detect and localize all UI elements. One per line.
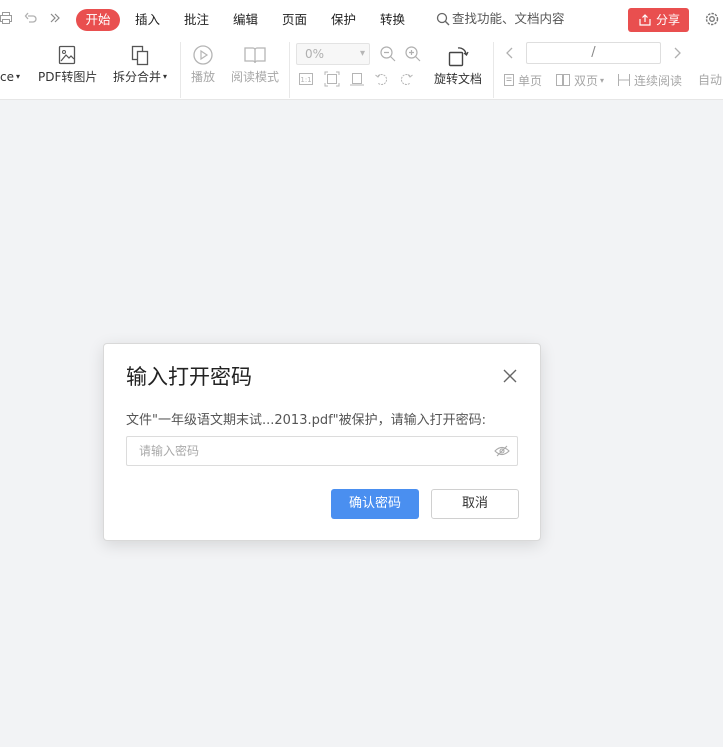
tab-insert[interactable]: 插入 — [135, 12, 160, 28]
read-mode-button[interactable]: 阅读模式 — [230, 44, 280, 84]
zoom-select[interactable]: 0% ▾ — [296, 43, 370, 65]
zoom-out-icon[interactable] — [379, 45, 397, 63]
share-icon — [639, 14, 651, 26]
image-icon — [58, 45, 76, 65]
book-icon — [244, 47, 266, 64]
double-page-button[interactable]: 双页 ▾ — [555, 73, 604, 88]
toolbar-divider — [493, 42, 494, 98]
password-dialog: 输入打开密码 文件"一年级语文期末试...2013.pdf"被保护，请输入打开密… — [103, 343, 541, 541]
single-page-icon — [504, 74, 514, 86]
tab-convert[interactable]: 转换 — [380, 12, 405, 28]
cancel-button[interactable]: 取消 — [431, 489, 519, 519]
fit-page-icon[interactable] — [324, 71, 340, 87]
actual-size-icon[interactable]: 1:1 — [298, 71, 314, 87]
office-dropdown[interactable]: ce ▾ — [0, 44, 20, 84]
search-icon — [436, 12, 450, 26]
next-page-icon[interactable] — [671, 46, 683, 60]
undo-icon[interactable] — [24, 11, 38, 29]
split-merge-icon — [131, 45, 149, 66]
print-icon[interactable] — [0, 11, 12, 29]
double-page-icon — [556, 74, 570, 86]
share-label: 分享 — [655, 13, 680, 27]
more-chevron-icon[interactable] — [49, 11, 61, 29]
rotate-document-button[interactable]: 旋转文档 — [433, 44, 483, 86]
play-label: 播放 — [190, 70, 215, 84]
tab-page[interactable]: 页面 — [282, 12, 307, 28]
rotate-document-label: 旋转文档 — [433, 72, 482, 86]
tab-annotate[interactable]: 批注 — [184, 12, 209, 28]
chevron-down-icon: ▾ — [359, 48, 365, 59]
pdf-to-image-button[interactable]: PDF转图片 — [38, 44, 98, 84]
rotate-document-icon — [448, 47, 469, 67]
rotate-left-icon[interactable] — [374, 71, 390, 87]
tab-start[interactable]: 开始 — [76, 9, 120, 31]
search-box[interactable]: 查找功能、文档内容 — [436, 11, 565, 27]
play-icon — [193, 45, 213, 65]
continuous-read-button[interactable]: 连续阅读 — [617, 73, 682, 88]
fit-width-icon[interactable] — [349, 71, 365, 87]
page-number-input[interactable]: / — [526, 42, 661, 64]
tab-protect[interactable]: 保护 — [331, 12, 356, 28]
search-placeholder: 查找功能、文档内容 — [452, 11, 565, 26]
split-merge-label: 拆分合并 — [112, 70, 161, 84]
prev-page-icon[interactable] — [504, 46, 516, 60]
dialog-title: 输入打开密码 — [126, 365, 252, 389]
single-page-label: 单页 — [518, 74, 543, 88]
dialog-message: 文件"一年级语文期末试...2013.pdf"被保护，请输入打开密码: — [126, 413, 487, 428]
toolbar-divider — [289, 42, 290, 98]
confirm-password-button[interactable]: 确认密码 — [331, 489, 419, 519]
eye-hidden-icon[interactable] — [494, 444, 510, 458]
auto-scroll-label: 自动 — [698, 73, 723, 87]
password-input[interactable] — [126, 436, 518, 466]
zoom-value: 0% — [305, 47, 325, 61]
single-page-button[interactable]: 单页 — [503, 73, 542, 88]
pdf-to-image-label: PDF转图片 — [38, 70, 98, 84]
menu-bar: 开始 插入 批注 编辑 页面 保护 转换 查找功能、文档内容 分享 — [0, 0, 723, 40]
tab-edit[interactable]: 编辑 — [233, 12, 258, 28]
rotate-right-icon[interactable] — [398, 71, 414, 87]
auto-scroll-button[interactable]: 自动 — [698, 73, 722, 87]
continuous-read-label: 连续阅读 — [634, 74, 683, 88]
double-page-label: 双页 — [574, 74, 599, 88]
close-icon[interactable] — [502, 368, 518, 384]
share-button[interactable]: 分享 — [628, 8, 689, 32]
gear-icon[interactable] — [703, 10, 721, 28]
split-merge-button[interactable]: 拆分合并 ▾ — [112, 44, 168, 84]
read-mode-label: 阅读模式 — [230, 70, 279, 84]
tool-bar: ce ▾ PDF转图片 拆分合并 ▾ 播放 阅读模式 0% ▾ 1:1 旋转文档 /… — [0, 40, 723, 100]
play-button[interactable]: 播放 — [190, 44, 216, 84]
toolbar-divider — [180, 42, 181, 98]
continuous-read-icon — [618, 74, 630, 86]
zoom-in-icon[interactable] — [404, 45, 422, 63]
office-label: ce — [0, 70, 14, 84]
svg-text:1:1: 1:1 — [300, 76, 311, 84]
